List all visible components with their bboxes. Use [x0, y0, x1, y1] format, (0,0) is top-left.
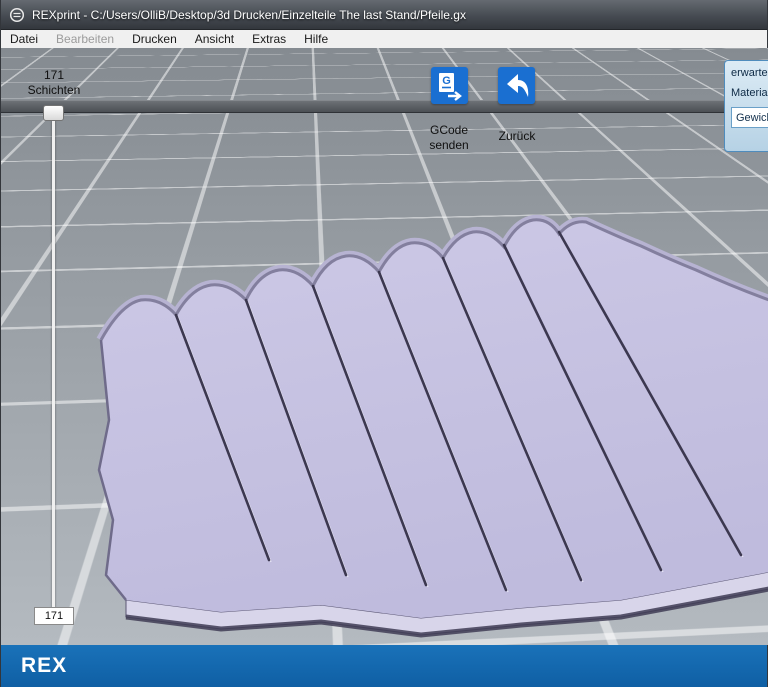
material-label: Materia — [731, 87, 768, 99]
menu-ansicht[interactable]: Ansicht — [186, 30, 243, 48]
back-button-label: Zurück — [487, 129, 547, 144]
app-icon — [9, 7, 25, 23]
menu-drucken[interactable]: Drucken — [123, 30, 186, 48]
viewport-3d[interactable] — [1, 48, 768, 645]
layer-slider-value-box: 171 — [34, 607, 74, 625]
model-top-surface — [99, 220, 768, 618]
horizontal-divider-bar — [1, 100, 767, 113]
layer-slider-thumb[interactable] — [43, 105, 64, 121]
menu-hilfe[interactable]: Hilfe — [295, 30, 337, 48]
layer-count-label: Schichten — [11, 83, 97, 97]
menu-datei[interactable]: Datei — [1, 30, 47, 48]
layer-count-value: 171 — [11, 68, 97, 82]
gcode-send-label-line1: GCode — [414, 123, 484, 138]
back-button[interactable] — [498, 67, 535, 104]
gcode-send-label-line2: senden — [414, 138, 484, 153]
menu-bearbeiten[interactable]: Bearbeiten — [47, 30, 123, 48]
print-info-panel: erwarte Materia Gewich — [724, 60, 768, 152]
window-title: REXprint - C:/Users/OlliB/Desktop/3d Dru… — [32, 8, 466, 22]
back-arrow-icon — [498, 67, 535, 104]
expected-print-info-label: erwarte — [731, 67, 768, 79]
title-bar[interactable]: REXprint - C:/Users/OlliB/Desktop/3d Dru… — [1, 0, 767, 30]
footer-bar: REX — [1, 645, 767, 687]
gcode-document-icon: G — [431, 67, 468, 104]
layer-slider-track[interactable] — [52, 120, 55, 610]
svg-text:G: G — [442, 75, 451, 87]
menu-bar: Datei Bearbeiten Drucken Ansicht Extras … — [1, 30, 767, 49]
weight-button[interactable]: Gewich — [731, 107, 768, 128]
menu-extras[interactable]: Extras — [243, 30, 295, 48]
app-window: REXprint - C:/Users/OlliB/Desktop/3d Dru… — [0, 0, 768, 687]
gcode-send-button[interactable]: G — [431, 67, 468, 104]
brand-logo: REX — [21, 654, 67, 678]
model-3d — [1, 48, 768, 645]
